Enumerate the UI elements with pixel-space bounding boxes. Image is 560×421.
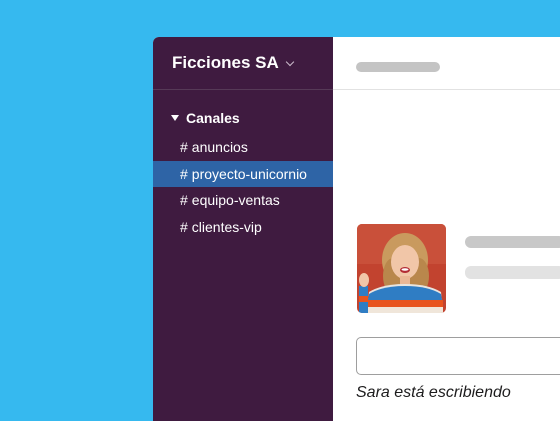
channel-title-placeholder [356, 62, 440, 72]
channel-name: equipo-ventas [191, 192, 280, 209]
main-pane: Sara está escribiendo [333, 37, 560, 421]
channel-header [333, 37, 560, 90]
typing-indicator: Sara está escribiendo [356, 384, 511, 401]
channel-item-anuncios[interactable]: # anuncios [153, 134, 333, 161]
channel-item-proyecto-unicornio[interactable]: # proyecto-unicornio [153, 160, 333, 187]
channel-hash: # [180, 139, 188, 156]
workspace-switcher[interactable]: Ficciones SA [153, 37, 333, 90]
channel-list: # anuncios # proyecto-unicornio # equipo… [153, 134, 333, 240]
channel-item-clientes-vip[interactable]: # clientes-vip [153, 214, 333, 241]
channel-hash: # [180, 165, 188, 182]
channel-hash: # [180, 192, 188, 209]
avatar[interactable] [357, 224, 446, 313]
channel-hash: # [180, 218, 188, 235]
message-text-placeholder [465, 266, 560, 279]
channels-section-toggle[interactable]: Canales [171, 110, 240, 126]
caret-down-icon [171, 115, 179, 121]
channel-name: clientes-vip [191, 218, 262, 235]
channel-item-equipo-ventas[interactable]: # equipo-ventas [153, 187, 333, 214]
workspace-name: Ficciones SA [172, 53, 279, 72]
sidebar: Ficciones SA Canales # anuncios # proyec… [153, 37, 333, 421]
sender-name-placeholder [465, 236, 560, 248]
channel-name: proyecto-unicornio [191, 165, 307, 182]
message-input[interactable] [356, 337, 560, 375]
channels-section-label: Canales [186, 110, 240, 126]
app-window: Ficciones SA Canales # anuncios # proyec… [153, 37, 560, 421]
channel-name: anuncios [191, 139, 248, 156]
chevron-down-icon [285, 57, 295, 66]
